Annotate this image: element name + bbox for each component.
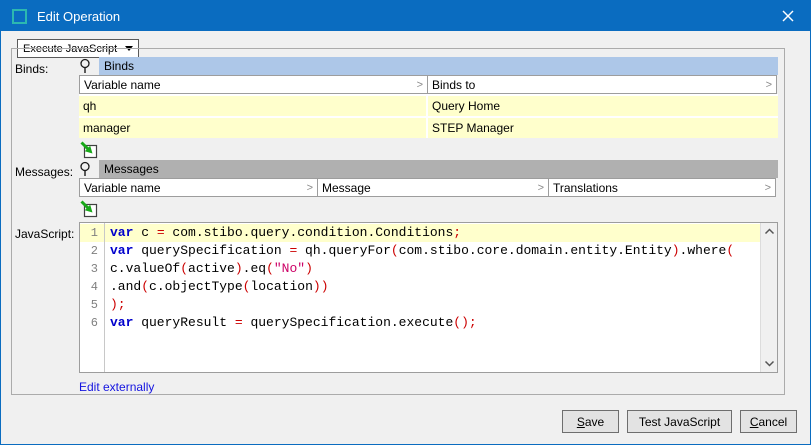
binds-table: Binds Variable name > Binds to > qh Quer…	[79, 57, 778, 160]
binds-group-header-text: Binds	[104, 59, 134, 73]
javascript-code-editor[interactable]: 1var c = com.stibo.query.condition.Condi…	[79, 222, 778, 373]
edit-operation-dialog: Edit Operation Execute JavaScript Binds:…	[0, 0, 811, 445]
messages-column-header: Variable name > Message > Translations >	[79, 178, 778, 197]
table-row: qh Query Home	[79, 94, 778, 116]
line-number: 6	[80, 314, 104, 332]
edit-messages-icon[interactable]	[79, 199, 99, 219]
binds-row-variable[interactable]: manager	[79, 118, 428, 138]
messages-group-header-text: Messages	[104, 162, 159, 176]
column-menu-chevron-icon[interactable]: >	[765, 182, 771, 194]
code-line: 3c.valueOf(active).eq("No")	[80, 260, 760, 278]
messages-table: Messages Variable name > Message > Trans…	[79, 160, 778, 219]
line-number: 4	[80, 278, 104, 296]
messages-group-header: Messages	[99, 160, 778, 178]
binds-col-variable-name[interactable]: Variable name >	[79, 75, 428, 94]
binds-group-header: Binds	[99, 57, 778, 75]
pin-icon[interactable]	[79, 161, 99, 177]
column-menu-chevron-icon[interactable]: >	[766, 79, 772, 91]
binds-row-binds-to[interactable]: Query Home	[428, 96, 778, 116]
close-icon	[782, 10, 794, 22]
code-lines: 1var c = com.stibo.query.condition.Condi…	[80, 223, 760, 372]
binds-column-header: Variable name > Binds to >	[79, 75, 778, 94]
binds-row-variable[interactable]: qh	[79, 96, 428, 116]
title-bar: Edit Operation	[1, 1, 810, 31]
column-menu-chevron-icon[interactable]: >	[417, 79, 423, 91]
code-line: 4.and(c.objectType(location))	[80, 278, 760, 296]
code-line: 6var queryResult = querySpecification.ex…	[80, 314, 760, 332]
messages-col-variable-name[interactable]: Variable name >	[79, 178, 318, 197]
messages-col-translations[interactable]: Translations >	[548, 178, 776, 197]
binds-label: Binds:	[15, 62, 48, 76]
binds-row-binds-to[interactable]: STEP Manager	[428, 118, 778, 138]
scroll-up-icon[interactable]	[763, 225, 776, 238]
close-button[interactable]	[765, 1, 810, 31]
code-line: 5);	[80, 296, 760, 314]
code-line: 2var querySpecification = qh.queryFor(co…	[80, 242, 760, 260]
vertical-scrollbar[interactable]	[760, 223, 777, 372]
messages-label: Messages:	[15, 165, 73, 179]
binds-col-binds-to[interactable]: Binds to >	[427, 75, 777, 94]
edit-externally-link[interactable]: Edit externally	[79, 380, 154, 394]
app-icon	[12, 9, 27, 24]
line-number: 2	[80, 242, 104, 260]
line-number: 3	[80, 260, 104, 278]
messages-group-header-row: Messages	[79, 160, 778, 178]
test-javascript-button[interactable]: Test JavaScript	[627, 410, 732, 433]
binds-group-header-row: Binds	[79, 57, 778, 75]
line-number: 1	[80, 224, 104, 242]
cancel-button[interactable]: Cancel	[740, 410, 797, 433]
save-button[interactable]: Save	[562, 410, 619, 433]
window-title: Edit Operation	[37, 9, 120, 24]
code-line: 1var c = com.stibo.query.condition.Condi…	[80, 224, 760, 242]
column-menu-chevron-icon[interactable]: >	[307, 182, 313, 194]
pin-icon[interactable]	[79, 58, 99, 74]
gutter-separator	[104, 223, 105, 372]
column-menu-chevron-icon[interactable]: >	[538, 182, 544, 194]
javascript-label: JavaScript:	[15, 227, 74, 241]
edit-binds-icon[interactable]	[79, 140, 99, 160]
messages-col-message[interactable]: Message >	[317, 178, 549, 197]
scroll-down-icon[interactable]	[763, 357, 776, 370]
line-number: 5	[80, 296, 104, 314]
table-row: manager STEP Manager	[79, 116, 778, 138]
